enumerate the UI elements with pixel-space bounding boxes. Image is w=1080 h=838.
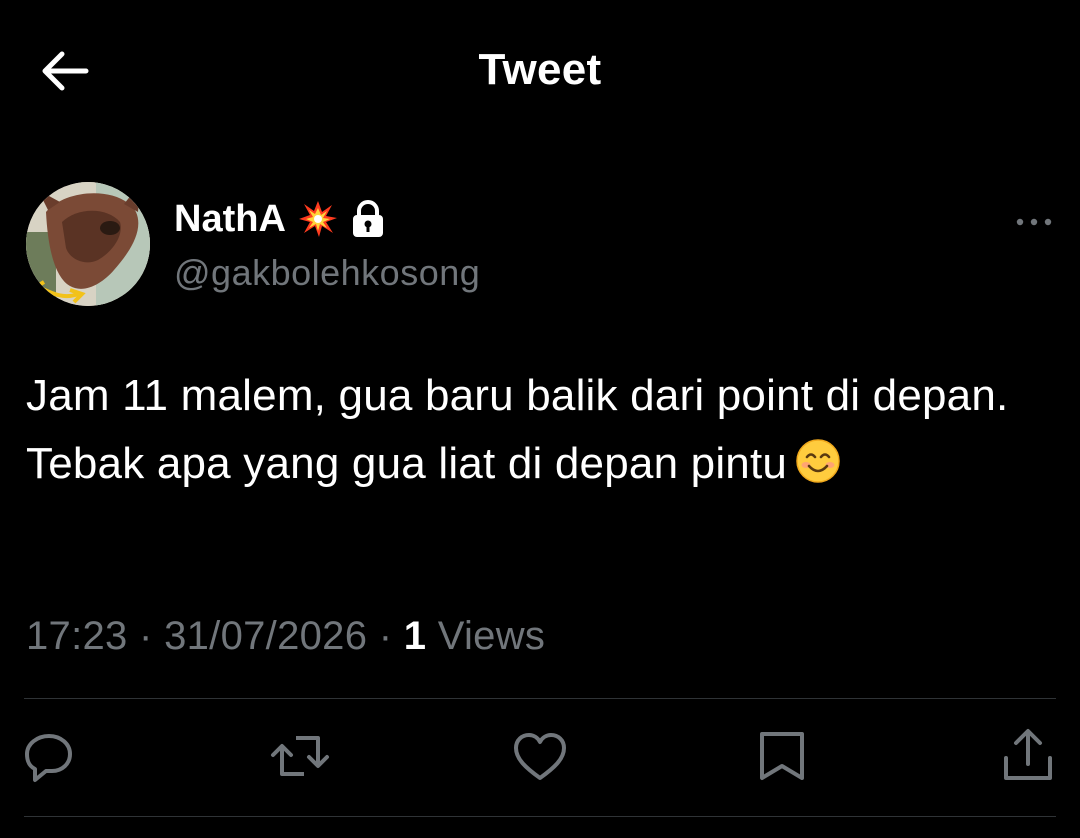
views-label[interactable]: Views (438, 614, 545, 658)
avatar-image (26, 182, 150, 306)
divider (24, 816, 1056, 817)
share-icon (1004, 729, 1052, 780)
avatar[interactable] (26, 182, 150, 306)
bookmark-button[interactable] (754, 726, 810, 786)
heart-icon (514, 733, 566, 780)
views-count[interactable]: 1 (404, 614, 427, 658)
share-button[interactable] (1000, 726, 1056, 786)
tweet-time: 17:23 (26, 614, 128, 658)
tweet-author: NathA @gakbolehkosong (24, 180, 1064, 310)
divider (24, 698, 1056, 699)
tweet-date: 31/07/2026 (164, 614, 368, 658)
top-bar: Tweet (0, 0, 1080, 140)
page-title: Tweet (478, 45, 602, 94)
lock-icon (352, 200, 383, 237)
more-options-button[interactable] (1014, 210, 1054, 234)
smiling-face-emoji-icon (796, 439, 840, 483)
reply-icon (25, 734, 72, 782)
retweet-button[interactable] (270, 726, 330, 786)
meta-separator: · (139, 614, 153, 658)
action-bar (0, 726, 1080, 790)
tweet-meta: 17:23 · 31/07/2026 · 1 Views (26, 614, 545, 659)
display-name-row: NathA (174, 194, 386, 244)
meta-separator: · (378, 614, 393, 658)
bookmark-icon (760, 732, 804, 780)
tweet-body-text: Jam 11 malem, gua baru balik dari point … (26, 371, 1009, 488)
retweet-icon (271, 736, 329, 776)
like-button[interactable] (512, 726, 568, 786)
display-name[interactable]: NathA (174, 198, 286, 241)
reply-button[interactable] (22, 726, 78, 786)
more-horizontal-icon (1016, 218, 1052, 226)
tweet-text: Jam 11 malem, gua baru balik dari point … (26, 362, 1036, 498)
collision-emoji-icon (298, 201, 337, 237)
user-handle[interactable]: @gakbolehkosong (174, 252, 480, 294)
